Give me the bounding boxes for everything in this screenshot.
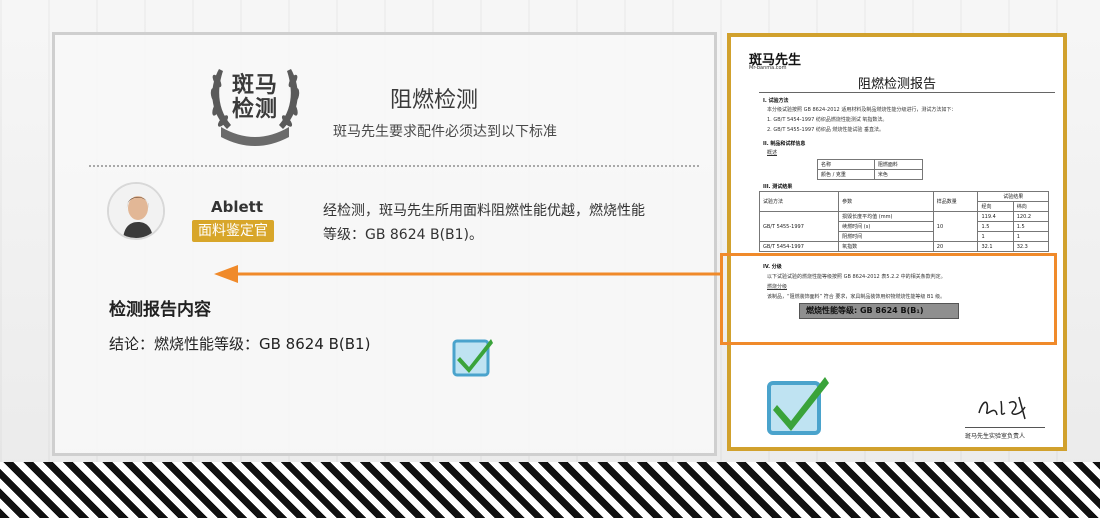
table-cell: 续燃时间 (s) — [838, 221, 934, 232]
table-cell: 20 — [932, 241, 979, 252]
checkmark-icon — [767, 377, 829, 435]
table-cell: GB/T 5455-1997 — [758, 211, 840, 242]
table-cell: 氧指数 — [838, 241, 934, 252]
table-header: 经向 — [977, 201, 1014, 212]
info-table: 名称 阻燃面料 颜色 / 克重 米色 — [817, 159, 924, 180]
table-header: 样品数量 — [932, 191, 979, 212]
report-title: 阻燃检测报告 — [857, 77, 936, 92]
table-row: 试验方法 参数 样品数量 试验结果 — [758, 191, 1049, 212]
report-s2-text: 概述 — [767, 150, 778, 156]
table-cell: 颜色 / 克重 — [817, 169, 875, 180]
section-title: 检测报告内容 — [109, 300, 211, 320]
report-section-3: III. 测试结果 — [763, 184, 793, 190]
table-cell: 米色 — [873, 169, 924, 180]
signer-label: 斑马先生实验室负责人 — [965, 433, 1026, 440]
table-cell: 阻燃面料 — [873, 159, 924, 170]
table-cell: 名称 — [817, 159, 875, 170]
report-logo-url: Mr-banma.com — [749, 65, 787, 71]
badge-line-2: 检测 — [231, 97, 278, 122]
table-cell: 32.3 — [1012, 241, 1050, 252]
table-header: 试验方法 — [758, 191, 840, 212]
table-row: GB/T 5455-1997 损毁长度平均值 (mm) 10 119.4 120… — [758, 211, 1050, 242]
table-cell: 10 — [932, 211, 979, 242]
table-cell: 1.5 — [977, 221, 1014, 232]
signature-line — [965, 427, 1045, 428]
highlight-frame — [720, 253, 1057, 345]
info-panel: 斑马 检测 阻燃检测 斑马先生要求配件必须达到以下标准 Ablett 面料鉴定官… — [52, 32, 717, 456]
report-s1-item-2: 2. GB/T 5455-1997 纺织品 燃烧性能试验 垂直法。 — [767, 127, 885, 133]
signature-icon — [978, 396, 1026, 420]
table-cell: GB/T 5454-1997 — [758, 241, 840, 252]
dotted-divider — [89, 165, 699, 167]
table-cell: 1.5 — [1012, 221, 1050, 232]
table-cell: 119.4 — [977, 211, 1014, 222]
table-cell: 1 — [1012, 231, 1050, 242]
laurel-badge: 斑马 检测 — [205, 61, 305, 147]
results-table: 试验方法 参数 样品数量 试验结果 经向 纬向 GB/T 5455-1997 损… — [758, 191, 1050, 252]
report-s1-text: 本分级试验按照 GB 8624-2012 适用材料及制品燃烧性能分级进行，测试方… — [767, 107, 957, 113]
page-title: 阻燃检测 — [390, 88, 479, 113]
page-subtitle: 斑马先生要求配件必须达到以下标准 — [333, 124, 557, 140]
table-header: 参数 — [838, 191, 934, 212]
avatar — [107, 182, 165, 240]
table-cell: 120.2 — [1012, 211, 1050, 222]
decorative-stripe-overlay — [0, 462, 1100, 518]
expert-quote: 经检测，斑马先生所用面料阻燃性能优越，燃烧性能等级：GB 8624 B(B1)。 — [323, 203, 645, 243]
expert-role-badge: 面料鉴定官 — [192, 220, 274, 242]
table-header: 纬向 — [1012, 201, 1050, 212]
table-header: 试验结果 — [977, 191, 1049, 202]
table-cell: 1 — [977, 231, 1014, 242]
table-cell: 32.1 — [977, 241, 1014, 252]
checkmark-icon — [452, 339, 493, 377]
table-row: 颜色 / 克重 米色 — [817, 169, 924, 180]
table-row: 名称 阻燃面料 — [817, 159, 924, 170]
report-s1-item-1: 1. GB/T 5454-1997 纺织品燃烧性能测试 氧指数法。 — [767, 117, 888, 123]
report-section-2: II. 制品和试样信息 — [763, 141, 806, 147]
conclusion-text: 结论：燃烧性能等级：GB 8624 B(B1) — [109, 335, 371, 353]
test-report-document: 斑马先生 Mr-banma.com 阻燃检测报告 I. 试验方法 本分级试验按照… — [727, 33, 1067, 451]
expert-name: Ablett — [211, 198, 264, 216]
table-cell: 阴燃时间 — [838, 231, 934, 242]
report-title-rule — [759, 92, 1055, 93]
table-cell: 损毁长度平均值 (mm) — [838, 211, 934, 222]
arrow-icon — [214, 265, 720, 283]
table-row: GB/T 5454-1997 氧指数 20 32.1 32.3 — [758, 241, 1050, 252]
report-section-1: I. 试验方法 — [763, 98, 789, 104]
